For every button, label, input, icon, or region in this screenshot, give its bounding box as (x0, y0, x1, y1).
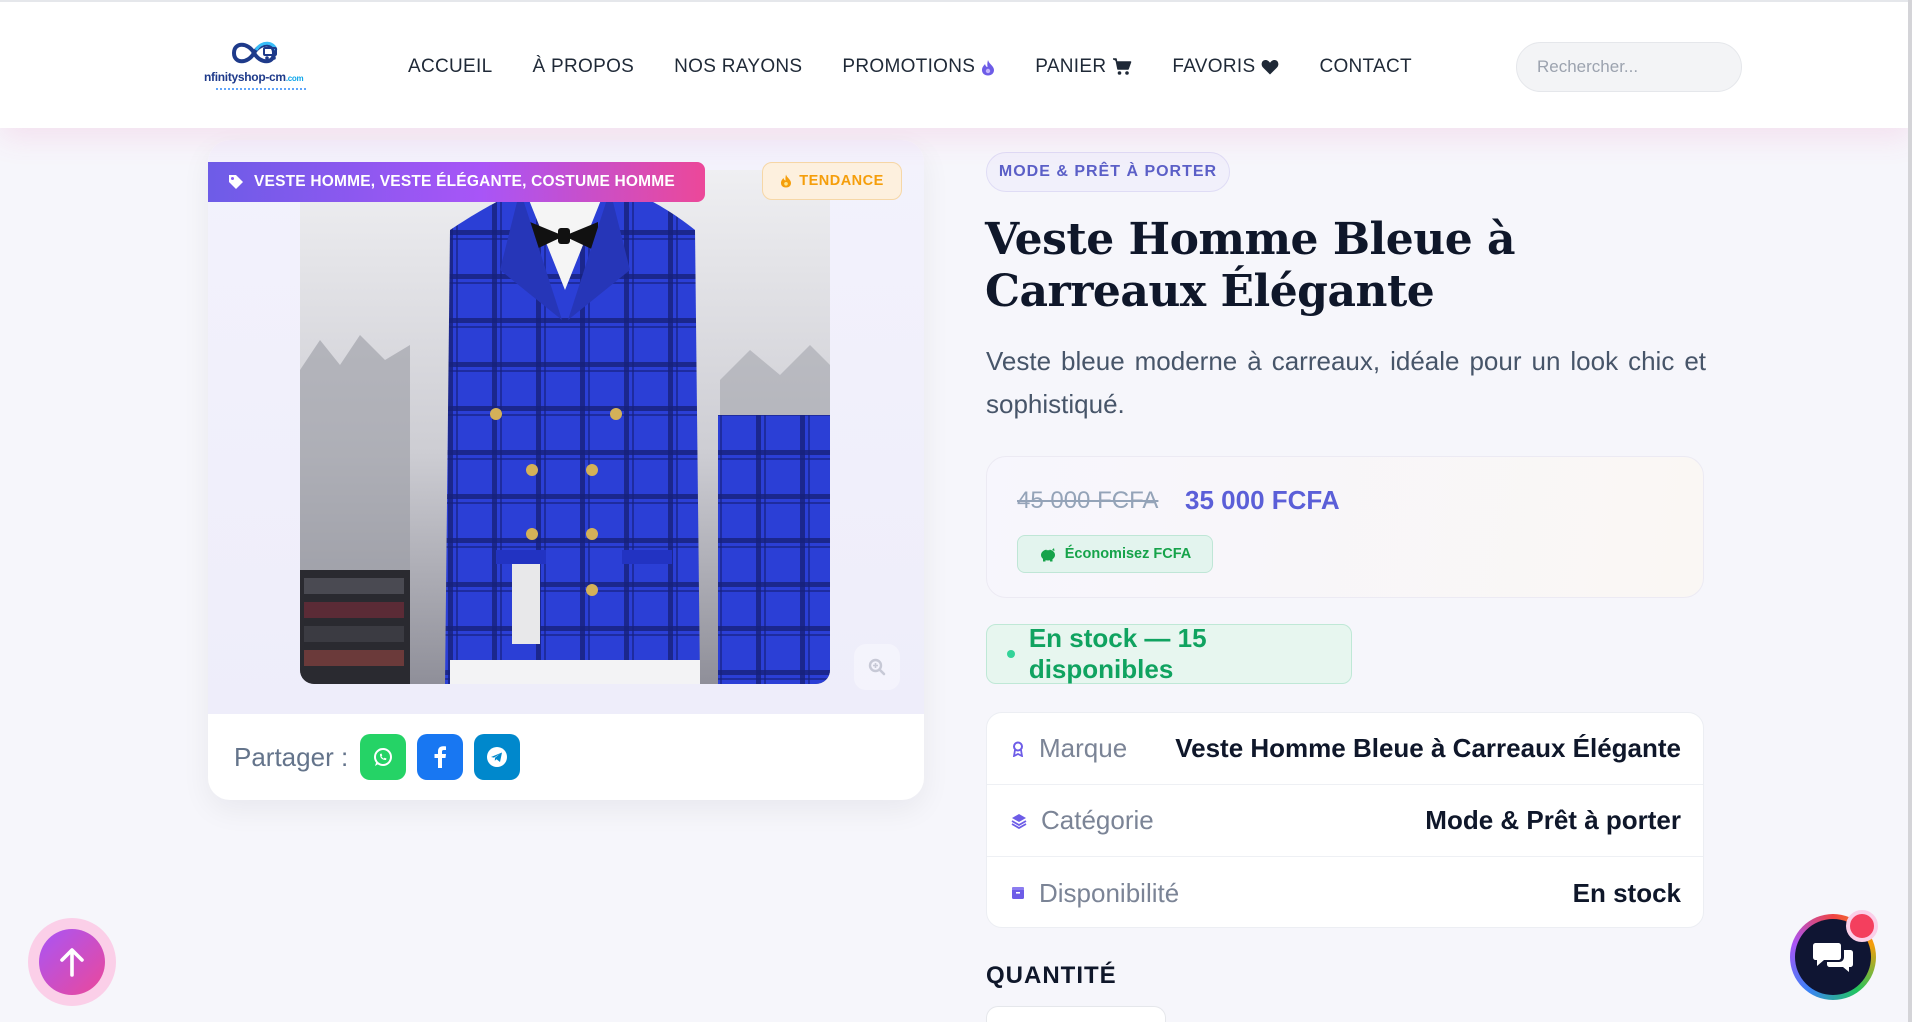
piggy-bank-icon (1040, 548, 1055, 562)
nav-contact[interactable]: CONTACT (1319, 56, 1412, 78)
nav-promotions[interactable]: PROMOTIONS (842, 56, 995, 78)
product-image-area (208, 140, 924, 714)
quantity-stepper[interactable] (986, 1006, 1166, 1022)
spec-label: Catégorie (1041, 805, 1154, 835)
fire-icon (982, 59, 995, 75)
site-header: nfinityshop-cm.com ACCUEIL À PROPOS NOS … (0, 0, 1912, 128)
spec-row-categorie: Catégorie Mode & Prêt à porter (987, 785, 1703, 857)
cart-icon (1113, 58, 1132, 75)
scroll-top-circle (39, 929, 105, 995)
trend-badge: TENDANCE (762, 162, 902, 200)
main-nav: ACCUEIL À PROPOS NOS RAYONS PROMOTIONS P… (408, 54, 1412, 80)
chat-icon (1813, 943, 1853, 972)
nav-label: À PROPOS (532, 56, 635, 77)
nav-panier[interactable]: PANIER (1035, 56, 1132, 78)
logo-underline (216, 88, 306, 94)
zoom-icon (868, 658, 886, 676)
nav-favoris[interactable]: FAVORIS (1172, 56, 1279, 78)
search-bar (1516, 42, 1742, 92)
award-icon (1012, 741, 1024, 757)
share-row: Partager : (234, 734, 531, 780)
nav-a-propos[interactable]: À PROPOS (532, 56, 634, 78)
infinity-cart-icon (231, 41, 278, 64)
quantity-heading: QUANTITÉ (986, 962, 1117, 989)
savings-text: Économisez FCFA (1064, 546, 1192, 562)
whatsapp-icon (374, 748, 393, 766)
share-telegram-button[interactable] (474, 734, 521, 780)
old-price: 45 000 FCFA (1017, 487, 1159, 514)
trend-text: TENDANCE (799, 173, 884, 189)
jacket-image (300, 170, 830, 684)
spec-label: Marque (1039, 733, 1128, 763)
spec-value: Mode & Prêt à porter (1425, 805, 1681, 835)
stock-status-badge: En stock — 15 disponibles (986, 623, 1352, 684)
current-price: 35 000 FCFA (1185, 485, 1340, 515)
nav-label: NOS RAYONS (674, 56, 803, 77)
product-photo[interactable] (300, 170, 830, 684)
layers-icon (1011, 813, 1027, 829)
page-scrollbar[interactable] (1908, 0, 1912, 1022)
stock-text: En stock — 15 disponibles (1028, 623, 1207, 684)
category-pill-label: MODE & PRÊT À PORTER (998, 163, 1218, 180)
nav-label: FAVORIS (1172, 56, 1256, 77)
product-description: Veste bleue moderne à carreaux, idéale p… (986, 346, 1706, 419)
nav-nos-rayons[interactable]: NOS RAYONS (674, 56, 802, 78)
logo-text: nfinityshop-cm (204, 70, 286, 84)
category-pill[interactable]: MODE & PRÊT À PORTER (986, 152, 1230, 192)
share-whatsapp-button[interactable] (360, 734, 407, 780)
telegram-icon (487, 747, 508, 767)
share-label: Partager : (234, 741, 349, 772)
product-image-card: Partager : (208, 140, 924, 800)
spec-value: Veste Homme Bleue à Carreaux Élégante (1175, 733, 1681, 763)
scroll-to-top-button[interactable] (28, 918, 116, 1006)
price-card: 45 000 FCFA 35 000 FCFA Économisez FCFA (986, 456, 1704, 598)
tags-text: VESTE HOMME, VESTE ÉLÉGANTE, COSTUME HOM… (254, 173, 675, 190)
product-specs: Marque Veste Homme Bleue à Carreaux Élég… (986, 712, 1704, 928)
heart-icon (1262, 60, 1279, 75)
spec-row-disponibilite: Disponibilité En stock (987, 857, 1703, 927)
facebook-icon (434, 746, 447, 768)
site-logo[interactable]: nfinityshop-cm.com (204, 36, 314, 100)
share-facebook-button[interactable] (417, 734, 464, 780)
fire-icon (781, 174, 792, 188)
nav-accueil[interactable]: ACCUEIL (408, 56, 492, 78)
nav-label: PANIER (1035, 56, 1107, 77)
box-icon (1012, 887, 1024, 899)
stock-dot-icon (1007, 650, 1015, 658)
nav-label: ACCUEIL (408, 56, 493, 77)
spec-label: Disponibilité (1039, 877, 1180, 908)
spec-value: En stock (1572, 877, 1681, 908)
search-input[interactable] (1517, 43, 1741, 91)
product-title: Veste Homme Bleue à Carreaux Élégante (985, 214, 1516, 317)
nav-label: CONTACT (1319, 56, 1412, 77)
spec-row-marque: Marque Veste Homme Bleue à Carreaux Élég… (987, 713, 1703, 785)
notification-dot (1846, 910, 1878, 942)
arrow-up-icon (60, 948, 84, 977)
tag-icon (229, 175, 243, 189)
product-tags-badge: VESTE HOMME, VESTE ÉLÉGANTE, COSTUME HOM… (208, 162, 705, 202)
zoom-button[interactable] (854, 644, 900, 690)
nav-label: PROMOTIONS (842, 56, 976, 77)
logo-suffix: .com (285, 74, 304, 83)
savings-badge: Économisez FCFA (1017, 535, 1213, 573)
